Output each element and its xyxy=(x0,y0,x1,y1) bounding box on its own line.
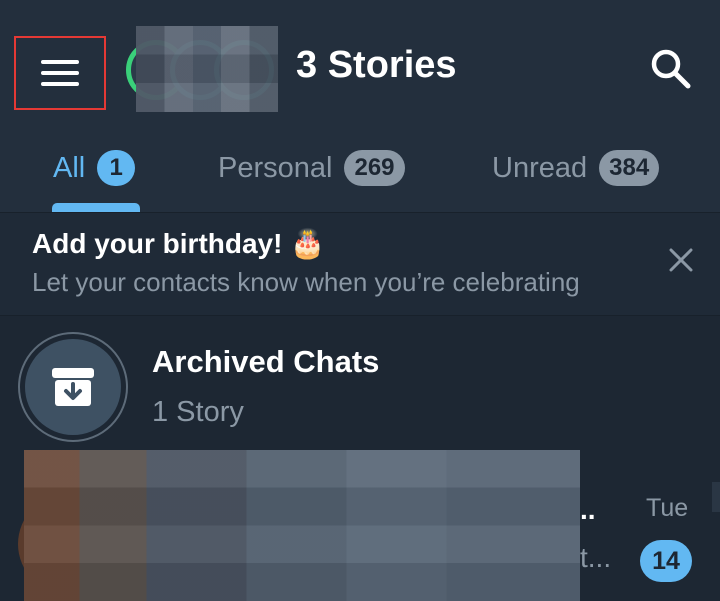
banner-title: Add your birthday! 🎂 xyxy=(32,228,326,259)
banner-subtitle: Let your contacts know when you’re celeb… xyxy=(32,267,580,297)
chat-list-item[interactable]: .. t... Tue 14 xyxy=(0,450,720,601)
stories-avatar-stack[interactable] xyxy=(126,26,278,112)
tab-label: All xyxy=(53,151,86,184)
tab-all[interactable]: All 1 xyxy=(53,148,136,188)
tab-label: Unread xyxy=(492,151,588,184)
chat-message-preview: t... xyxy=(580,542,612,573)
pixelated-redaction xyxy=(136,26,278,112)
scrollbar[interactable] xyxy=(712,482,720,512)
tab-unread[interactable]: Unread 384 xyxy=(492,148,660,188)
archived-chats-subtitle: 1 Story xyxy=(152,396,244,428)
chat-name: .. xyxy=(580,494,596,525)
top-app-bar: 3 Stories xyxy=(0,0,720,130)
pixelated-redaction xyxy=(24,450,580,601)
archive-avatar xyxy=(18,332,128,442)
tab-count-badge: 384 xyxy=(599,150,660,186)
tab-personal[interactable]: Personal 269 xyxy=(218,148,405,188)
close-icon[interactable] xyxy=(666,245,696,275)
birthday-banner[interactable]: Add your birthday! 🎂 Let your contacts k… xyxy=(0,212,720,316)
chat-timestamp: Tue xyxy=(646,494,689,522)
unread-count-badge: 14 xyxy=(640,540,692,582)
archived-chats-row[interactable]: Archived Chats 1 Story xyxy=(0,316,720,450)
search-icon[interactable] xyxy=(648,46,694,92)
tab-label: Personal xyxy=(218,151,333,184)
menu-button[interactable] xyxy=(14,36,106,110)
folder-tabs: All 1 Personal 269 Unread 384 xyxy=(0,130,720,212)
stories-title[interactable]: 3 Stories xyxy=(296,44,457,87)
telegram-chat-list-screen: 3 Stories All 1 Personal 269 Unread 384 … xyxy=(0,0,720,601)
archive-box-icon xyxy=(52,368,94,406)
archived-chats-title: Archived Chats xyxy=(152,344,380,379)
tab-count-badge: 1 xyxy=(97,150,136,186)
active-tab-indicator xyxy=(52,203,140,212)
hamburger-menu-icon xyxy=(41,60,79,86)
tab-count-badge: 269 xyxy=(344,150,405,186)
